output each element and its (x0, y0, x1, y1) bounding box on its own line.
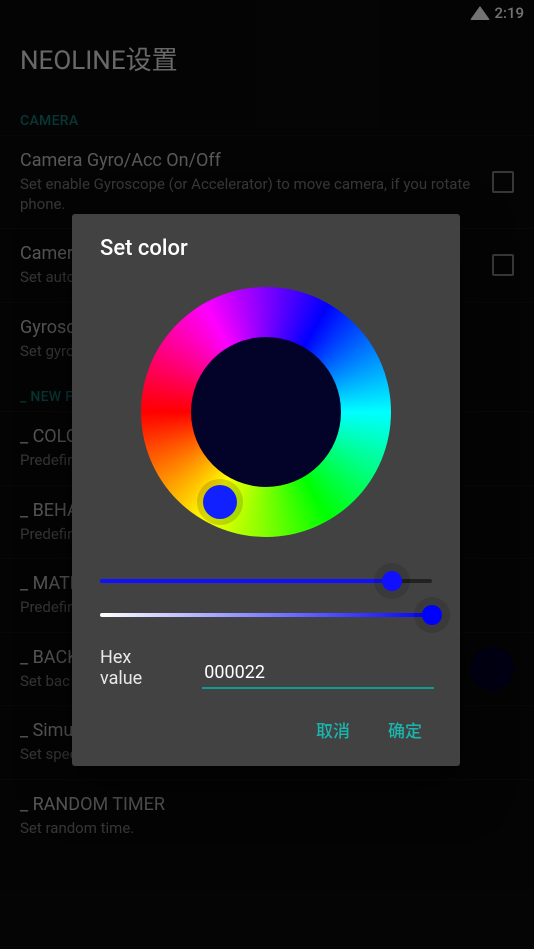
dialog-title: Set color (100, 236, 432, 261)
color-wheel[interactable] (141, 287, 391, 537)
saturation-thumb[interactable] (382, 571, 402, 591)
color-dialog: Set color Hex value 取消 确定 (72, 214, 460, 766)
cancel-button[interactable]: 取消 (312, 711, 354, 748)
ok-button[interactable]: 确定 (384, 711, 426, 748)
saturation-slider[interactable] (100, 571, 432, 591)
color-preview (191, 337, 341, 487)
value-slider[interactable] (100, 605, 432, 625)
hex-input[interactable] (202, 658, 434, 689)
color-wheel-thumb[interactable] (203, 485, 237, 519)
value-thumb[interactable] (422, 605, 442, 625)
hex-label: Hex value (100, 647, 142, 689)
